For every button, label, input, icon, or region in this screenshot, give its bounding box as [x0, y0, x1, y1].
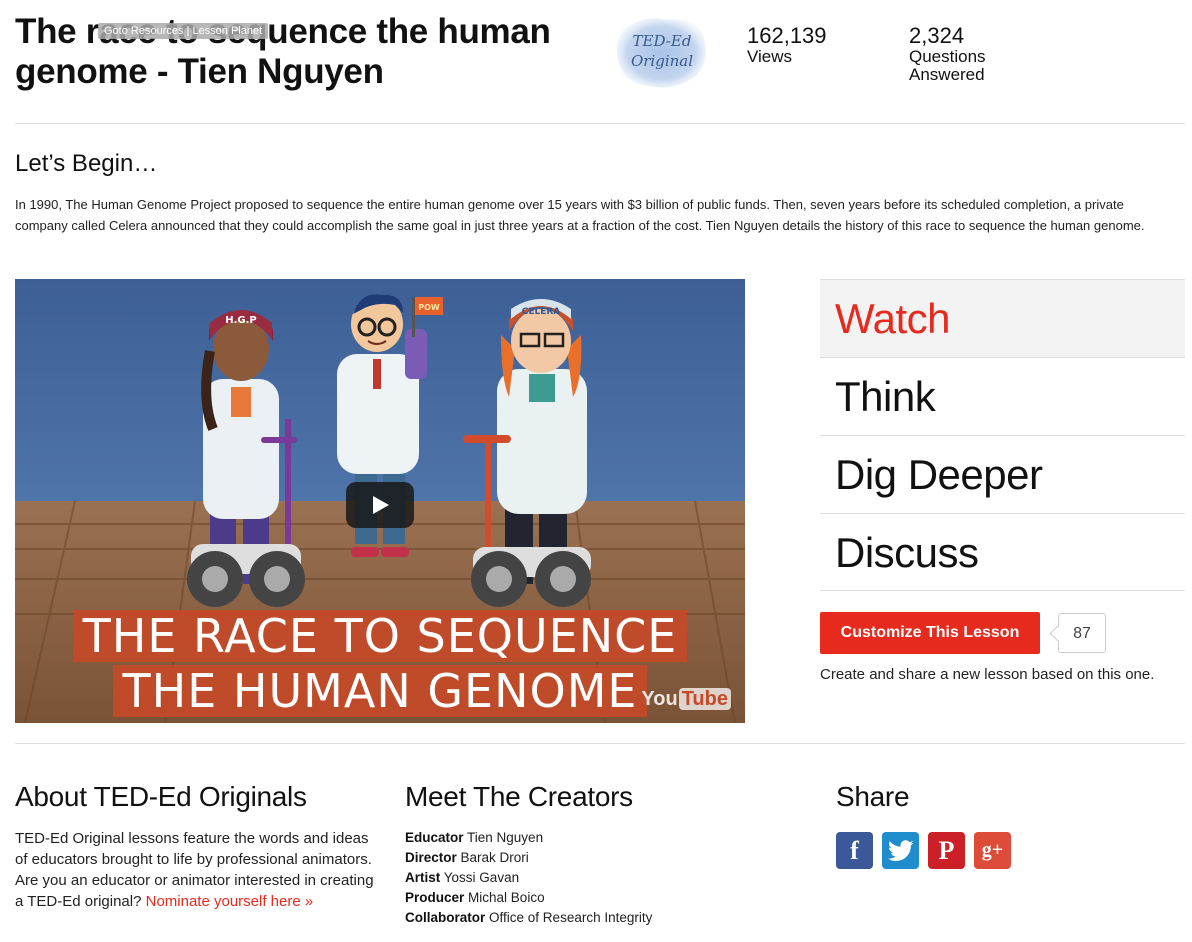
- creator-director: Director Barak Drori: [405, 848, 785, 868]
- views-stat: 162,139 Views: [747, 24, 827, 66]
- footer-divider: [15, 743, 1185, 744]
- questions-count: 2,324: [909, 23, 965, 48]
- creator-name: Office of Research Integrity: [489, 910, 653, 925]
- goto-resources-badge[interactable]: Goto Resources | Lesson Planet: [98, 23, 269, 39]
- tab-dig-deeper[interactable]: Dig Deeper: [820, 435, 1185, 513]
- facebook-icon[interactable]: f: [836, 832, 873, 869]
- lesson-description: In 1990, The Human Genome Project propos…: [15, 197, 1145, 233]
- views-label: Views: [747, 47, 793, 66]
- share-icons: f P g+: [836, 832, 1011, 869]
- tab-watch[interactable]: Watch: [820, 279, 1185, 357]
- nominate-link[interactable]: Nominate yourself here »: [146, 893, 314, 910]
- creator-name: Barak Drori: [460, 850, 529, 865]
- creator-role: Producer: [405, 890, 465, 905]
- creator-name: Yossi Gavan: [443, 870, 520, 885]
- questions-stat: 2,324 Questions Answered: [909, 24, 1019, 84]
- twitter-bird-icon: [887, 839, 914, 861]
- video-title-line-2: THE HUMAN GENOME: [15, 664, 745, 718]
- creator-name: Michal Boico: [468, 890, 545, 905]
- lesson-tabs: Watch Think Dig Deeper Discuss: [820, 279, 1185, 591]
- creator-role: Director: [405, 850, 457, 865]
- ted-ed-original-badge: TED-Ed Original: [616, 18, 706, 88]
- customize-note: Create and share a new lesson based on t…: [820, 666, 1155, 683]
- creators-heading: Meet The Creators: [405, 781, 633, 812]
- header-divider: [15, 123, 1185, 124]
- creator-role: Educator: [405, 830, 464, 845]
- creator-educator: Educator Tien Nguyen: [405, 828, 785, 848]
- share-heading: Share: [836, 781, 910, 812]
- questions-label: Questions Answered: [909, 47, 986, 84]
- youtube-label-tube: Tube: [678, 688, 731, 710]
- twitter-icon[interactable]: [882, 832, 919, 869]
- google-plus-icon[interactable]: g+: [974, 832, 1011, 869]
- creator-producer: Producer Michal Boico: [405, 888, 785, 908]
- video-player[interactable]: H.G.P POW CELERA THE RACE TO SEQUENCE TH…: [15, 279, 745, 723]
- tab-think[interactable]: Think: [820, 357, 1185, 435]
- video-title-text-2: THE HUMAN GENOME: [112, 665, 648, 717]
- customize-lesson-button[interactable]: Customize This Lesson: [820, 612, 1040, 654]
- creator-role: Collaborator: [405, 910, 486, 925]
- creator-role: Artist: [405, 870, 441, 885]
- badge-line-1: TED-Ed: [633, 32, 692, 50]
- youtube-logo-icon[interactable]: You Tube: [640, 688, 731, 711]
- helmet-label-hgp: H.G.P: [225, 315, 257, 326]
- badge-line-2: Original: [631, 52, 693, 70]
- about-description: TED-Ed Original lessons feature the word…: [15, 828, 375, 912]
- flag-label: POW: [418, 303, 440, 312]
- creator-name: Tien Nguyen: [467, 830, 544, 845]
- creators-list: Educator Tien Nguyen Director Barak Dror…: [405, 828, 785, 928]
- pinterest-icon[interactable]: P: [928, 832, 965, 869]
- customize-count-badge: 87: [1058, 613, 1106, 653]
- video-title-line-1: THE RACE TO SEQUENCE: [15, 609, 745, 663]
- video-title-text-1: THE RACE TO SEQUENCE: [72, 610, 688, 662]
- tab-discuss[interactable]: Discuss: [820, 513, 1185, 591]
- play-button[interactable]: [346, 482, 414, 528]
- helmet-label-celera: CELERA: [522, 307, 561, 317]
- views-count: 162,139: [747, 23, 827, 48]
- youtube-label-you: You: [641, 688, 678, 710]
- creator-artist: Artist Yossi Gavan: [405, 868, 785, 888]
- lets-begin-heading: Let’s Begin…: [15, 150, 158, 177]
- creator-collaborator: Collaborator Office of Research Integrit…: [405, 908, 785, 928]
- about-heading: About TED-Ed Originals: [15, 781, 307, 812]
